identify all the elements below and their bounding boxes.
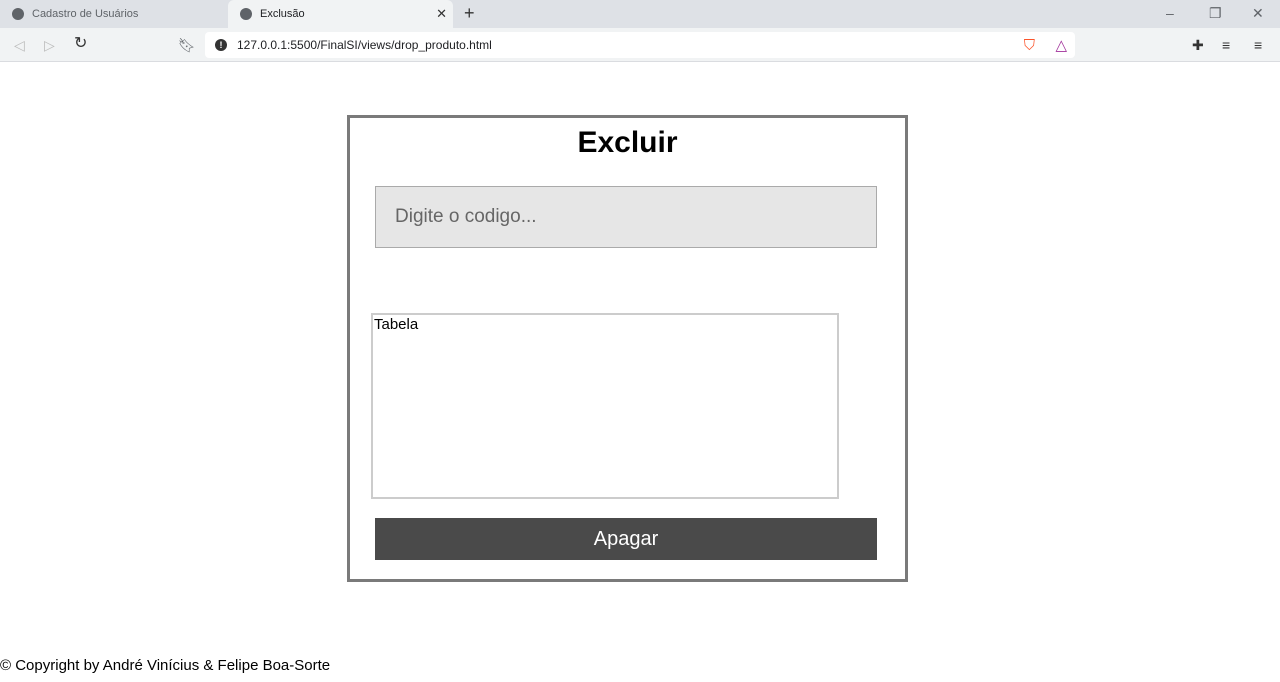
bookmark-icon[interactable]: 🔖︎ bbox=[178, 38, 196, 52]
close-tab-icon[interactable]: ✕ bbox=[436, 6, 447, 22]
restore-icon[interactable]: ❐ bbox=[1209, 6, 1222, 20]
new-tab-icon[interactable]: + bbox=[464, 4, 475, 22]
info-icon[interactable]: ! bbox=[215, 39, 227, 51]
tab-exclusao[interactable]: Exclusão ✕ bbox=[228, 0, 453, 28]
brave-rewards-icon[interactable]: △ bbox=[1055, 36, 1067, 54]
code-input[interactable] bbox=[375, 186, 877, 248]
back-icon[interactable]: ◁ bbox=[14, 38, 25, 52]
toolbar: ◁ ▷ ↻ 🔖︎ ! 127.0.0.1:5500/FinalSI/views/… bbox=[0, 28, 1280, 62]
close-window-icon[interactable]: ✕ bbox=[1252, 6, 1264, 20]
globe-icon bbox=[12, 8, 24, 20]
tab-cadastro[interactable]: Cadastro de Usuários bbox=[0, 0, 228, 28]
minimize-icon[interactable]: – bbox=[1166, 6, 1174, 20]
media-icon[interactable]: ≡ bbox=[1222, 38, 1230, 52]
delete-form: Excluir Tabela Apagar bbox=[347, 115, 908, 582]
globe-icon bbox=[240, 8, 252, 20]
brave-shield-icon[interactable]: ⛉ bbox=[1024, 37, 1035, 54]
menu-icon[interactable]: ≡ bbox=[1254, 38, 1262, 52]
extensions-icon[interactable]: ✚ bbox=[1192, 38, 1204, 52]
reload-icon[interactable]: ↻ bbox=[74, 36, 87, 52]
address-bar[interactable]: ! 127.0.0.1:5500/FinalSI/views/drop_prod… bbox=[205, 32, 1075, 58]
tab-bar: Cadastro de Usuários Exclusão ✕ + – ❐ ✕ bbox=[0, 0, 1280, 28]
results-table: Tabela bbox=[371, 313, 839, 499]
delete-button[interactable]: Apagar bbox=[375, 518, 877, 560]
forward-icon[interactable]: ▷ bbox=[44, 38, 55, 52]
page-title: Excluir bbox=[577, 126, 678, 159]
footer-copyright: © Copyright by André Vinícius & Felipe B… bbox=[0, 657, 331, 674]
